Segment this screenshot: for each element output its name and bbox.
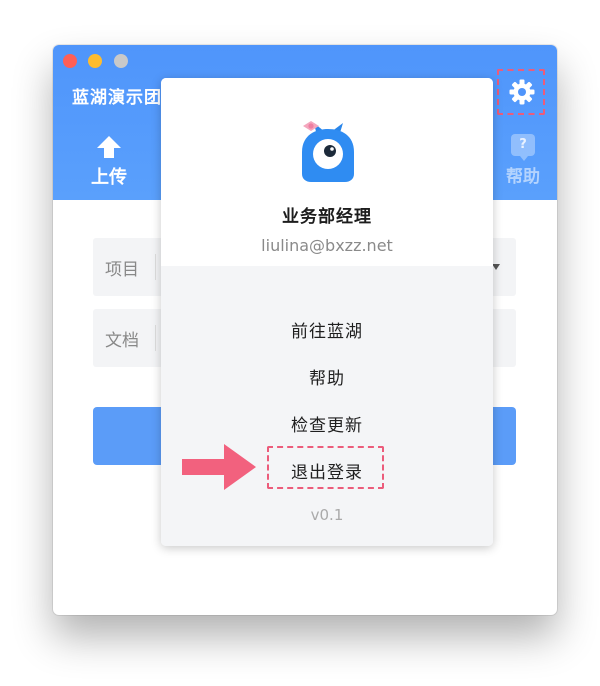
upload-button[interactable]: 上传 xyxy=(89,135,129,189)
close-window-button[interactable] xyxy=(63,54,77,68)
chevron-down-icon[interactable] xyxy=(492,264,500,270)
document-divider xyxy=(155,325,156,351)
upload-label: 上传 xyxy=(91,167,127,188)
help-button[interactable]: ? 帮助 xyxy=(498,134,548,187)
version-label: v0.1 xyxy=(310,506,344,524)
user-email: liulina@bxzz.net xyxy=(261,236,393,255)
project-label: 项目 xyxy=(105,260,139,280)
gear-icon[interactable] xyxy=(509,79,535,105)
user-name: 业务部经理 xyxy=(282,207,372,227)
project-divider xyxy=(155,254,156,280)
team-title[interactable]: 蓝湖演示团 xyxy=(72,83,162,108)
menu-item-check-update[interactable]: 检查更新 xyxy=(161,411,493,436)
settings-highlight-box xyxy=(497,69,545,115)
lanhu-mascot-icon xyxy=(302,121,354,182)
logout-highlight-box xyxy=(267,446,384,489)
pointer-arrow-icon xyxy=(182,444,256,490)
upload-arrow-icon xyxy=(97,136,121,158)
minimize-window-button[interactable] xyxy=(88,54,102,68)
menu-item-help[interactable]: 帮助 xyxy=(161,364,493,389)
help-icon: ? xyxy=(511,134,535,161)
maximize-window-button[interactable] xyxy=(114,54,128,68)
account-header: 业务部经理 liulina@bxzz.net xyxy=(161,78,493,266)
account-menu xyxy=(161,266,493,546)
menu-item-goto-lanhu[interactable]: 前往蓝湖 xyxy=(161,317,493,342)
help-label: 帮助 xyxy=(506,167,540,187)
document-label: 文档 xyxy=(105,331,139,351)
